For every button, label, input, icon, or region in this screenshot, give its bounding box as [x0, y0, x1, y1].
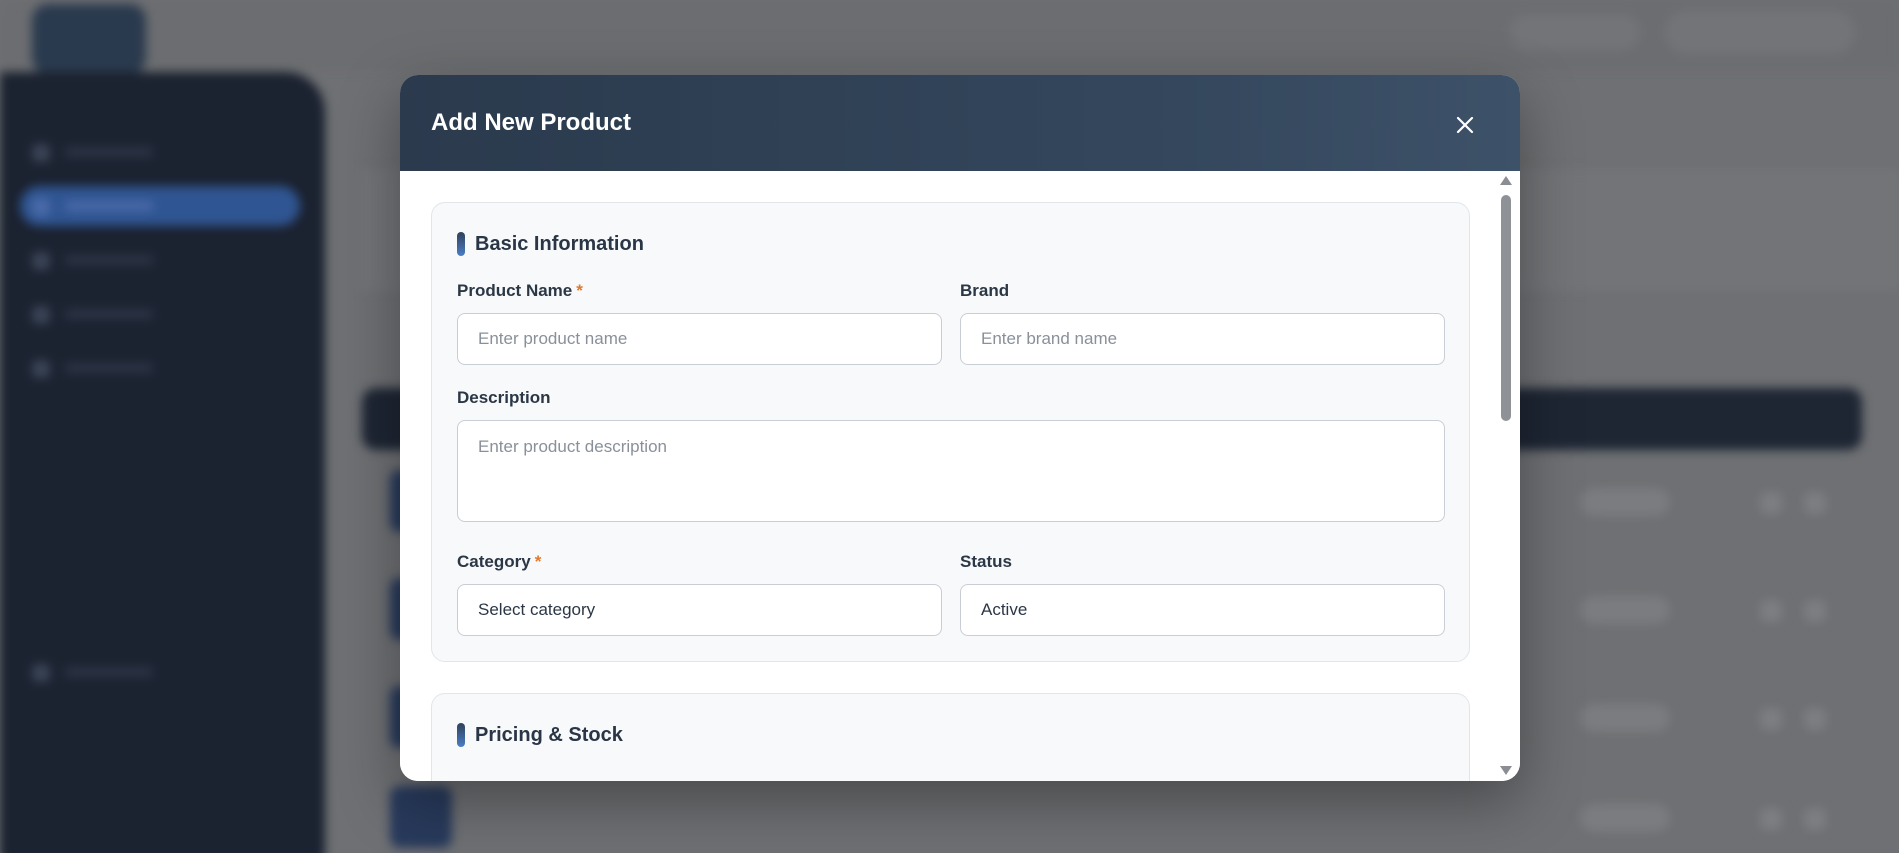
background-user-menu	[1665, 10, 1855, 54]
section-accent-bar	[457, 232, 465, 256]
scroll-down-arrow-icon[interactable]	[1500, 766, 1512, 775]
background-logo	[32, 4, 146, 74]
category-label-text: Category	[457, 552, 531, 571]
modal-header: Add New Product	[400, 75, 1520, 171]
background-top-pill	[1510, 14, 1640, 50]
description-label: Description	[457, 388, 551, 407]
background-nav-item-active	[20, 186, 300, 226]
section-heading: Pricing & Stock	[457, 722, 623, 748]
scroll-thumb[interactable]	[1501, 195, 1511, 421]
product-name-input[interactable]: Enter product name	[457, 313, 942, 365]
section-title: Basic Information	[475, 232, 644, 255]
required-marker: *	[534, 552, 542, 571]
section-accent-bar	[457, 723, 465, 747]
section-heading: Basic Information	[457, 231, 644, 257]
product-name-label: Product Name *	[457, 281, 583, 301]
brand-label: Brand	[960, 281, 1010, 300]
close-button[interactable]	[1450, 110, 1480, 140]
modal-body[interactable]: Basic Information Product Name * Enter pr…	[400, 171, 1520, 781]
background-nav-item	[20, 652, 300, 692]
required-marker: *	[576, 281, 583, 300]
brand-input[interactable]: Enter brand name	[960, 313, 1445, 365]
modal-scrollbar[interactable]	[1498, 176, 1514, 779]
background-nav-item	[20, 294, 300, 334]
pricing-stock-section: Pricing & Stock	[431, 693, 1470, 781]
background-nav-item	[20, 240, 300, 280]
basic-information-section: Basic Information Product Name * Enter pr…	[431, 202, 1470, 662]
modal-title: Add New Product	[431, 109, 632, 136]
background-nav-item	[20, 132, 300, 172]
status-label: Status	[960, 552, 1012, 571]
add-product-modal: Add New Product Basic Information Produc…	[400, 75, 1520, 781]
category-select[interactable]: Select category	[457, 584, 942, 636]
scroll-up-arrow-icon[interactable]	[1500, 176, 1512, 185]
status-select[interactable]: Active	[960, 584, 1445, 636]
background-nav-item	[20, 348, 300, 388]
close-icon	[1456, 116, 1474, 134]
product-name-label-text: Product Name	[457, 281, 573, 300]
section-title: Pricing & Stock	[475, 723, 623, 746]
background-table-row	[390, 786, 1860, 853]
background-sidebar	[0, 72, 325, 853]
description-textarea[interactable]: Enter product description	[457, 420, 1445, 522]
category-label: Category *	[457, 552, 541, 572]
